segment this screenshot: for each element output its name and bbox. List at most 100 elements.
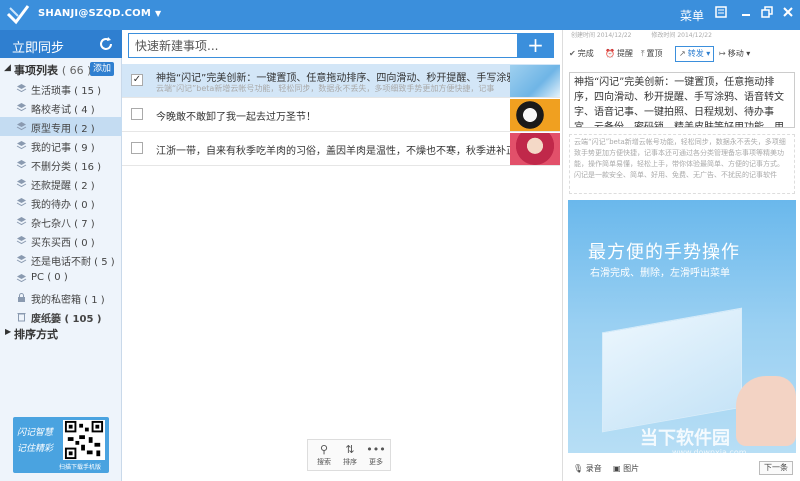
record-button[interactable]: 🎙 录音 xyxy=(573,463,602,474)
layers-icon xyxy=(16,122,27,131)
todo-row[interactable]: ✓ 神指“闪记”完美创新：一键置顶、任意拖动排序、四向滑动、秒开提醒、手写涂鸦 … xyxy=(122,64,560,98)
todo-thumbnail[interactable] xyxy=(510,65,560,97)
attachment-image[interactable]: 最方便的手势操作 右滑完成、删除，左滑呼出菜单 xyxy=(568,200,796,453)
app-logo-icon xyxy=(6,5,30,25)
picture-button[interactable]: ▣ 图片 xyxy=(613,463,639,474)
sidebar: 立即同步 ◢ 事项列表 ( 66 ) 添加 生活琐事 ( 15 ) 略校考试 (… xyxy=(0,30,122,481)
sync-label: 立即同步 xyxy=(12,41,65,56)
move-button[interactable]: ↦ 移动 ▾ xyxy=(719,46,750,62)
share-icon: ↗ xyxy=(679,49,686,58)
sync-button[interactable]: 立即同步 xyxy=(0,30,122,58)
todo-thumbnail[interactable] xyxy=(510,133,560,165)
close-icon[interactable] xyxy=(779,5,797,23)
detail-footer: 🎙 录音 ▣ 图片 下一条 xyxy=(569,459,797,479)
qr-slogan: 闪记智慧 记住精彩 xyxy=(17,428,54,454)
account-switcher[interactable]: SHANJI@SZQD.COM ▼ xyxy=(38,8,161,19)
more-button[interactable]: ••• 更多 xyxy=(363,442,389,470)
chevron-down-icon: ▾ xyxy=(706,49,711,58)
check-icon: ✔ xyxy=(569,49,576,58)
watermark-url: www.downxia.com xyxy=(672,448,747,457)
note-secondary-text[interactable]: 云端“闪记”beta新增云帐号功能，轻松同步，数据永不丢失，多项细致手势更加方便… xyxy=(569,134,795,194)
todo-row[interactable]: 江浙一带，自来有秋季吃羊肉的习俗，盖因羊肉是温性，不燥也不寒，秋季进补正合适 xyxy=(122,132,560,166)
todo-row[interactable]: 今晚敢不敢卸了我一起去过万圣节！ xyxy=(122,98,560,132)
complete-button[interactable]: ✔ 完成 xyxy=(569,46,594,62)
category-item[interactable]: 我的待办 ( 0 ) xyxy=(0,193,122,212)
title-bar: SHANJI@SZQD.COM ▼ 菜单 xyxy=(0,0,800,30)
caret-down-icon: ◢ xyxy=(4,63,11,73)
move-icon: ↦ xyxy=(719,49,726,58)
quick-add-bar: + xyxy=(128,33,554,58)
alarm-icon: ⏰ xyxy=(605,49,615,58)
preview-subheading: 右滑完成、删除，左滑呼出菜单 xyxy=(590,268,730,279)
reminder-button[interactable]: ⏰ 提醒 xyxy=(605,46,633,62)
checkmark-icon: ✓ xyxy=(132,74,142,85)
todo-checkbox[interactable] xyxy=(131,142,143,154)
todo-title: 今晚敢不敢卸了我一起去过万圣节！ xyxy=(156,112,316,123)
layers-icon xyxy=(16,198,27,207)
layers-icon xyxy=(16,255,27,264)
layers-icon xyxy=(16,236,27,245)
trash-icon xyxy=(17,313,26,322)
add-category-button[interactable]: 添加 xyxy=(90,62,114,76)
qr-download-banner[interactable]: 闪记智慧 记住精彩 扫描下载手机版 xyxy=(13,417,109,473)
caret-right-icon: ▶ xyxy=(5,327,12,336)
quick-add-input[interactable] xyxy=(129,34,517,57)
qr-code-icon xyxy=(63,420,105,460)
todo-subtitle: 云端“闪记”beta新增云帐号功能，轻松同步，数据永不丢失，多项细致手势更加方便… xyxy=(156,84,495,93)
category-item[interactable]: 买东买西 ( 0 ) xyxy=(0,231,122,250)
chevron-down-icon: ▼ xyxy=(154,9,162,18)
category-item[interactable]: PC ( 0 ) xyxy=(0,269,122,288)
category-item[interactable]: 还是电话不耐 ( 5 ) xyxy=(0,250,122,269)
created-time: 创建时间 2014/12/22 xyxy=(571,32,632,39)
next-item-button[interactable]: 下一条 xyxy=(759,461,793,475)
sort-icon: ⇅ xyxy=(345,443,355,456)
hand-illustration xyxy=(736,376,796,446)
category-item[interactable]: 生活琐事 ( 15 ) xyxy=(0,79,122,98)
sort-button[interactable]: ⇅ 排序 xyxy=(337,442,363,470)
refresh-icon xyxy=(100,37,112,50)
category-item[interactable]: 杂七杂八 ( 7 ) xyxy=(0,212,122,231)
category-list: 生活琐事 ( 15 ) 略校考试 ( 4 ) 原型专用 ( 2 ) 我的记事 (… xyxy=(0,79,122,326)
menu-button[interactable]: 菜单 xyxy=(680,7,704,24)
minimize-icon[interactable] xyxy=(737,5,755,23)
todo-checkbox[interactable] xyxy=(131,108,143,120)
category-item[interactable]: 不删分类 ( 16 ) xyxy=(0,155,122,174)
todo-title: 江浙一带，自来有秋季吃羊肉的习俗，盖因羊肉是温性，不燥也不寒，秋季进补正合适 xyxy=(156,146,510,157)
category-item-private[interactable]: 我的私密箱 ( 1 ) xyxy=(0,288,122,307)
category-item[interactable]: 我的记事 ( 9 ) xyxy=(0,136,122,155)
layers-icon xyxy=(16,160,27,169)
pin-top-button[interactable]: ⤒ 置顶 xyxy=(641,46,663,62)
bottom-toolbar: ⚲ 搜索 ⇅ 排序 ••• 更多 xyxy=(307,439,391,471)
todo-list-header[interactable]: ◢ 事项列表 ( 66 ) 添加 xyxy=(0,60,122,78)
image-icon: ▣ xyxy=(613,464,621,473)
layers-icon xyxy=(16,274,27,283)
todo-pane: + ✓ 神指“闪记”完美创新：一键置顶、任意拖动排序、四向滑动、秒开提醒、手写涂… xyxy=(122,30,562,481)
layers-icon xyxy=(16,103,27,112)
add-todo-button[interactable]: + xyxy=(517,34,554,57)
restore-icon[interactable] xyxy=(758,5,776,23)
category-item[interactable]: 略校考试 ( 4 ) xyxy=(0,98,122,117)
pin-top-icon: ⤒ xyxy=(641,49,645,58)
search-button[interactable]: ⚲ 搜索 xyxy=(311,442,337,470)
note-icon[interactable] xyxy=(712,5,730,23)
todo-title: 神指“闪记”完美创新：一键置顶、任意拖动排序、四向滑动、秒开提醒、手写涂鸦 xyxy=(156,73,510,84)
layers-icon xyxy=(16,179,27,188)
layers-icon xyxy=(16,84,27,93)
microphone-icon: 🎙 xyxy=(573,464,584,473)
category-item-selected[interactable]: 原型专用 ( 2 ) xyxy=(0,117,122,136)
watermark-text: 当下软件园 xyxy=(640,428,730,449)
chevron-down-icon: ▾ xyxy=(746,49,751,58)
forward-button[interactable]: ↗ 转发 ▾ xyxy=(675,46,715,62)
preview-heading: 最方便的手势操作 xyxy=(588,242,740,263)
layers-icon xyxy=(16,217,27,226)
note-editor[interactable]: 神指“闪记”完美创新：一键置顶，任意拖动排序，四向滑动、秒开提醒、手写涂鸦、语音… xyxy=(569,72,795,128)
detail-actions: ✔ 完成 ⏰ 提醒 ⤒ 置顶 ↗ 转发 ▾ ↦ 移动 ▾ xyxy=(567,46,799,62)
layers-icon xyxy=(16,141,27,150)
category-item[interactable]: 还款提醒 ( 2 ) xyxy=(0,174,122,193)
note-meta: 创建时间 2014/12/22 修改时间 2014/12/22 xyxy=(571,30,730,39)
sort-method-header[interactable]: ▶ 排序方式 xyxy=(0,324,122,342)
todo-thumbnail[interactable] xyxy=(510,99,560,131)
modified-time: 修改时间 2014/12/22 xyxy=(651,32,712,39)
todo-checkbox[interactable]: ✓ xyxy=(131,74,143,86)
detail-pane: 创建时间 2014/12/22 修改时间 2014/12/22 ✔ 完成 ⏰ 提醒 … xyxy=(562,30,800,481)
